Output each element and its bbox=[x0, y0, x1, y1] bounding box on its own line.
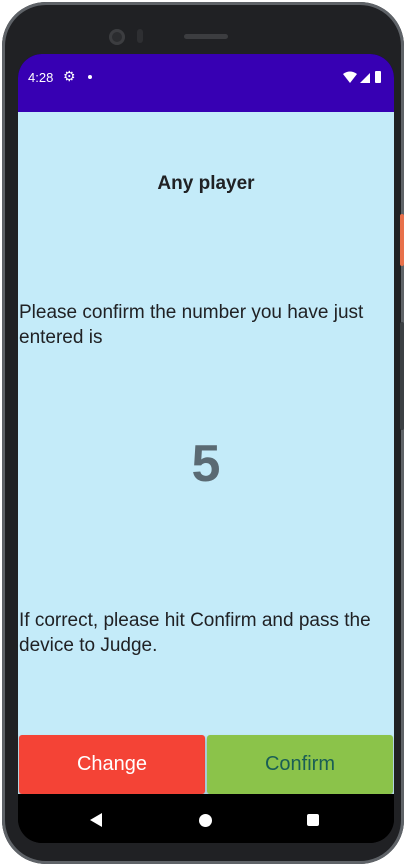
signal-icon bbox=[360, 73, 370, 83]
wifi-icon bbox=[343, 71, 357, 83]
page-title: Any player bbox=[157, 173, 255, 194]
notification-dot-icon bbox=[88, 75, 92, 79]
battery-icon bbox=[375, 71, 381, 83]
status-icons bbox=[343, 71, 381, 83]
device-screen: 4:28 ⚙ Any player Please confirm the num… bbox=[18, 54, 394, 843]
instruction-text: If correct, please hit Confirm and pass … bbox=[19, 610, 371, 656]
proximity-sensor bbox=[137, 29, 143, 43]
device-frame: 4:28 ⚙ Any player Please confirm the num… bbox=[2, 2, 404, 864]
entered-number: 5 bbox=[191, 435, 221, 493]
front-camera bbox=[109, 29, 125, 45]
main-content: Any player Please confirm the number you… bbox=[18, 112, 394, 794]
recents-icon[interactable] bbox=[307, 814, 319, 826]
back-icon[interactable] bbox=[90, 813, 102, 827]
earpiece-speaker bbox=[184, 34, 228, 39]
confirm-prompt-text: Please confirm the number you have just … bbox=[19, 302, 364, 348]
confirm-button[interactable]: Confirm bbox=[207, 735, 393, 794]
status-time: 4:28 bbox=[28, 70, 54, 85]
change-button[interactable]: Change bbox=[19, 735, 205, 794]
settings-gear-icon: ⚙ bbox=[63, 68, 76, 84]
status-bar: 4:28 ⚙ bbox=[18, 54, 394, 112]
navigation-bar bbox=[18, 796, 394, 843]
power-button bbox=[400, 214, 404, 266]
volume-button bbox=[400, 322, 404, 430]
home-icon[interactable] bbox=[199, 814, 212, 827]
